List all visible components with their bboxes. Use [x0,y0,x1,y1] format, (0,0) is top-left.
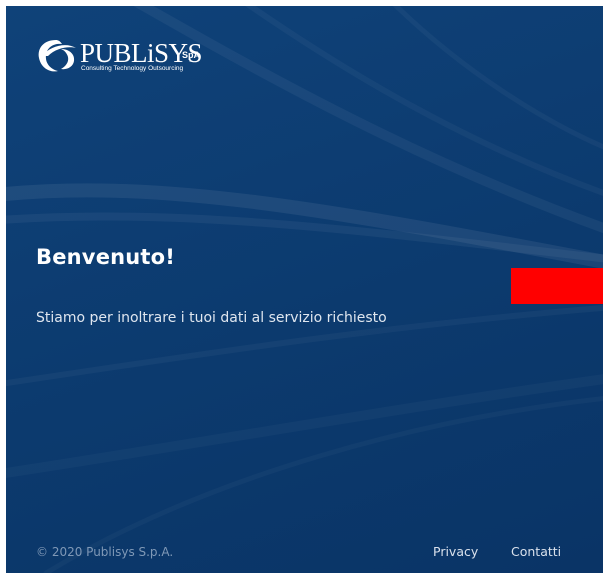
redirect-message: Stiamo per inoltrare i tuoi dati al serv… [36,310,387,326]
accent-red-bar [511,268,603,304]
logo-suffix: SpA [182,50,200,60]
contatti-link[interactable]: Contatti [511,544,561,560]
copyright-text: © 2020 Publisys S.p.A. [36,545,174,559]
crescent-swoosh-icon [38,40,76,72]
welcome-heading: Benvenuto! [36,245,176,269]
publisys-logo: PUBLiSYS SpA Consulting Technology Outso… [36,38,206,80]
redirect-page: PUBLiSYS SpA Consulting Technology Outso… [6,6,603,573]
logo-tagline: Consulting Technology Outsourcing [81,65,184,72]
privacy-link[interactable]: Privacy [433,544,478,560]
